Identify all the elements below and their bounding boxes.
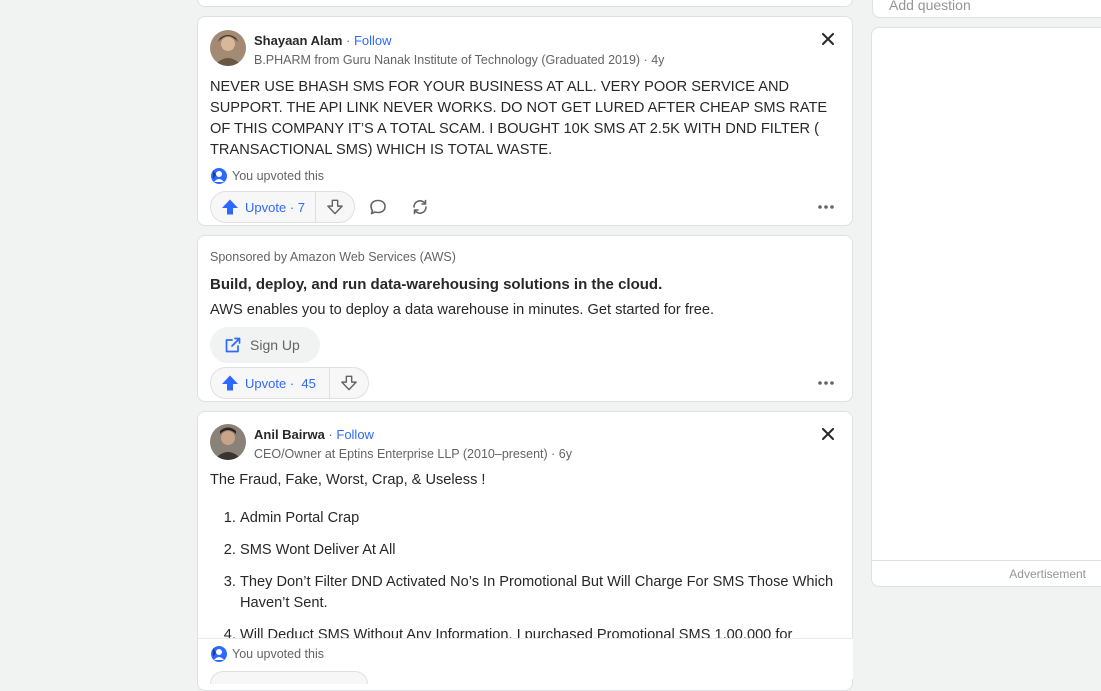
previous-post-card — [197, 0, 853, 7]
answer-card-shayaan: Shayaan Alam · Follow B.PHARM from Guru … — [197, 16, 853, 226]
separator-dot: · — [286, 375, 302, 391]
answer-intro: The Fraud, Fake, Worst, Crap, & Useless … — [210, 472, 486, 488]
author-line: Anil Bairwa · Follow — [254, 427, 374, 443]
answer-body: NEVER USE BHASH SMS FOR YOUR BUSINESS AT… — [210, 79, 828, 158]
upvoted-text: You upvoted this — [232, 647, 324, 661]
follow-button[interactable]: Follow — [354, 33, 392, 48]
post-age[interactable]: 4y — [651, 53, 664, 67]
credential-text[interactable]: CEO/Owner at Eptins Enterprise LLP (2010… — [254, 447, 548, 461]
author-name[interactable]: Anil Bairwa — [254, 427, 325, 442]
advertisement-label: Advertisement — [1009, 567, 1086, 581]
sign-up-button[interactable]: Sign Up — [210, 327, 320, 363]
list-item: Admin Portal Crap — [240, 508, 852, 529]
follow-button[interactable]: Follow — [336, 427, 374, 442]
upvoted-indicator: You upvoted this — [210, 645, 324, 663]
upvoted-text: You upvoted this — [232, 169, 324, 183]
close-icon[interactable] — [818, 424, 838, 444]
divider — [872, 560, 1101, 561]
author-avatar[interactable] — [210, 424, 246, 460]
close-icon[interactable] — [818, 29, 838, 49]
upvote-button[interactable]: Upvote · 45 — [211, 368, 330, 398]
add-question-box[interactable]: Add question — [872, 0, 1101, 18]
author-credential: B.PHARM from Guru Nanak Institute of Tec… — [254, 52, 664, 68]
user-upvote-icon — [210, 645, 228, 663]
upvote-count: 7 — [297, 199, 305, 215]
user-upvote-icon — [210, 167, 228, 185]
post-age[interactable]: 6y — [559, 447, 572, 461]
author-credential: CEO/Owner at Eptins Enterprise LLP (2010… — [254, 446, 572, 462]
separator-dot: · — [346, 33, 354, 48]
action-bar: Upvote · 45 — [210, 367, 369, 399]
downvote-button[interactable] — [330, 368, 368, 398]
comment-button[interactable] — [359, 191, 397, 223]
action-bar: Upvote · 7 — [210, 191, 439, 223]
downvote-button[interactable] — [316, 192, 354, 222]
downvote-arrow-icon — [327, 199, 343, 215]
upvote-label: Upvote — [245, 375, 287, 391]
author-line: Shayaan Alam · Follow — [254, 33, 392, 49]
share-button[interactable] — [401, 191, 439, 223]
upvoted-indicator: You upvoted this — [210, 167, 324, 185]
vote-pill: Upvote · 7 — [210, 191, 355, 223]
vote-pill[interactable] — [210, 671, 368, 684]
sidebar-ad-panel: Advertisement — [871, 27, 1101, 587]
upvote-count: 45 — [301, 375, 316, 391]
more-options-icon[interactable] — [814, 371, 838, 395]
ad-description: AWS enables you to deploy a data warehou… — [210, 302, 715, 318]
list-item: They Don’t Filter DND Activated No’s In … — [240, 572, 852, 614]
reshare-icon — [413, 199, 427, 215]
ad-title[interactable]: Build, deploy, and run data-warehousing … — [210, 276, 662, 293]
external-link-icon — [225, 337, 241, 353]
author-name[interactable]: Shayaan Alam — [254, 33, 342, 48]
upvote-label: Upvote — [245, 199, 287, 215]
upvote-arrow-icon — [222, 375, 238, 391]
upvote-button[interactable]: Upvote · 7 — [211, 192, 316, 222]
separator-dot: · — [286, 199, 298, 215]
answer-list: Admin Portal Crap SMS Wont Deliver At Al… — [210, 508, 852, 657]
add-question-placeholder[interactable]: Add question — [889, 0, 971, 13]
sponsor-label[interactable]: Sponsored by Amazon Web Services (AWS) — [210, 250, 456, 264]
list-item: SMS Wont Deliver At All — [240, 540, 852, 561]
author-avatar[interactable] — [210, 30, 246, 66]
upvote-arrow-icon — [222, 199, 238, 215]
more-options-icon[interactable] — [814, 195, 838, 219]
sponsored-card: Sponsored by Amazon Web Services (AWS) B… — [197, 235, 853, 402]
comment-icon — [370, 199, 386, 215]
separator-dot: · — [551, 447, 559, 461]
answer-footer: You upvoted this — [198, 638, 853, 684]
credential-text[interactable]: B.PHARM from Guru Nanak Institute of Tec… — [254, 53, 640, 67]
vote-pill: Upvote · 45 — [210, 367, 369, 399]
sign-up-label: Sign Up — [250, 337, 300, 353]
downvote-arrow-icon — [341, 375, 357, 391]
